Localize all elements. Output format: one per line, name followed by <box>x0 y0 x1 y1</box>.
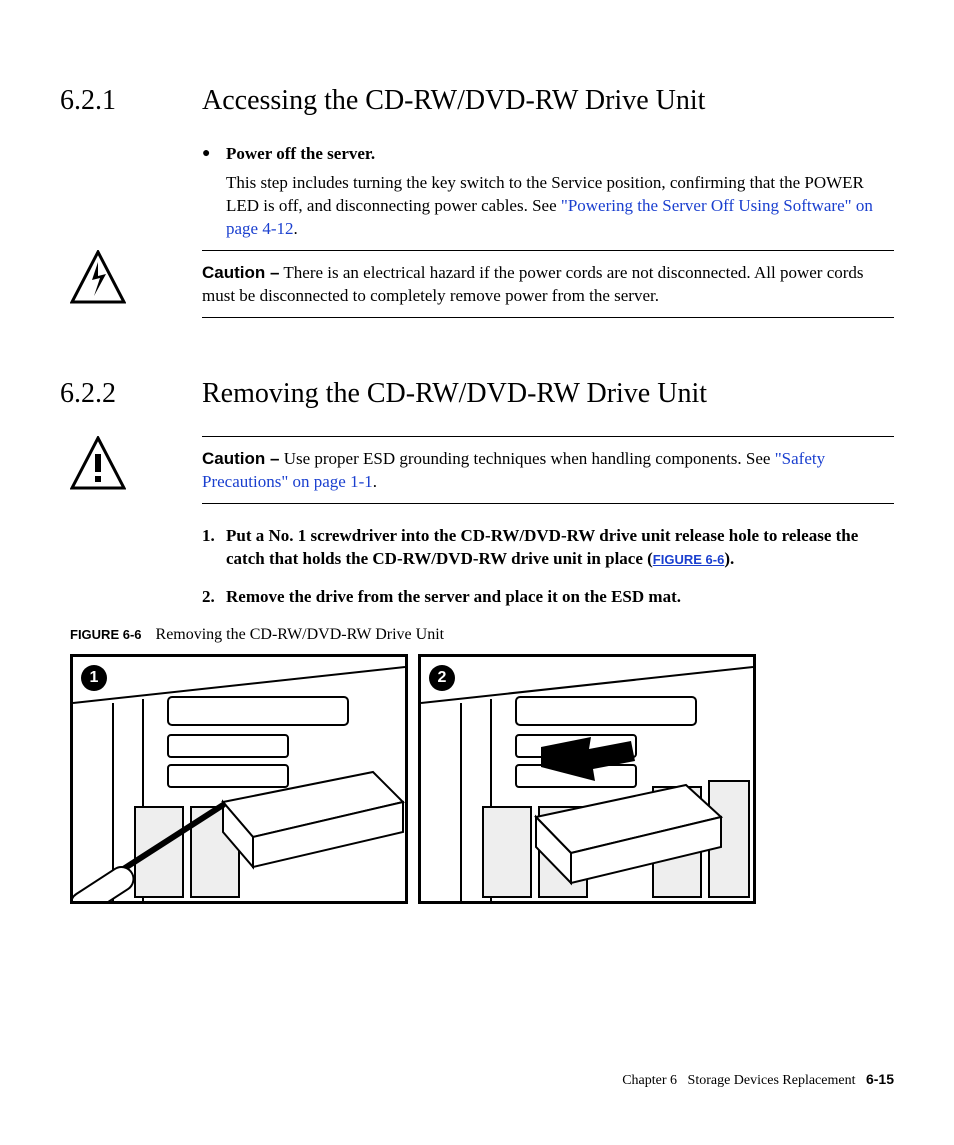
electrical-hazard-icon <box>70 250 126 306</box>
step-1: 1. Put a No. 1 screwdriver into the CD-R… <box>202 524 894 571</box>
section-heading-622: 6.2.2 Removing the CD-RW/DVD-RW Drive Un… <box>60 378 894 410</box>
step-text-post: ). <box>724 549 734 568</box>
step-number: 1. <box>202 524 226 571</box>
caution-body: There is an electrical hazard if the pow… <box>202 263 864 305</box>
illustration-remove-drive <box>421 657 753 901</box>
bullet-label: Power off the server. <box>226 143 375 165</box>
illustration-insert-screwdriver <box>73 657 405 901</box>
step-badge-2: 2 <box>429 665 455 691</box>
caution-text: Caution – Use proper ESD grounding techn… <box>202 436 894 504</box>
step-text: Put a No. 1 screwdriver into the CD-RW/D… <box>226 524 894 571</box>
footer-chapter: Chapter 6 <box>622 1073 677 1088</box>
step-badge-1: 1 <box>81 665 107 691</box>
figure-caption: FIGURE 6-6 Removing the CD-RW/DVD-RW Driv… <box>70 626 894 644</box>
caution-block-esd: Caution – Use proper ESD grounding techn… <box>60 436 894 504</box>
step-number: 2. <box>202 585 226 608</box>
step-2: 2. Remove the drive from the server and … <box>202 585 894 608</box>
caution-body-post: . <box>373 472 377 491</box>
figure-title: Removing the CD-RW/DVD-RW Drive Unit <box>156 626 445 643</box>
step-text-pre: Put a No. 1 screwdriver into the CD-RW/D… <box>226 526 858 568</box>
caution-label: Caution – <box>202 449 279 468</box>
figure-6-6: 1 <box>70 654 894 904</box>
figure-ref-link[interactable]: FIGURE 6-6 <box>653 552 725 567</box>
section-number: 6.2.2 <box>60 378 202 410</box>
page-footer: Chapter 6 Storage Devices Replacement 6-… <box>622 1071 894 1089</box>
body-text-post: . <box>294 219 298 238</box>
step-text: Remove the drive from the server and pla… <box>226 585 681 608</box>
figure-panel-1: 1 <box>70 654 408 904</box>
section-number: 6.2.1 <box>60 85 202 117</box>
bullet-item: ● Power off the server. <box>202 143 894 165</box>
caution-label: Caution – <box>202 263 279 282</box>
caution-text: Caution – There is an electrical hazard … <box>202 250 894 318</box>
caution-block-electrical: Caution – There is an electrical hazard … <box>60 250 894 318</box>
figure-label: FIGURE 6-6 <box>70 627 142 642</box>
bullet-icon: ● <box>202 143 226 165</box>
figure-panel-2: 2 <box>418 654 756 904</box>
section-title: Removing the CD-RW/DVD-RW Drive Unit <box>202 378 707 410</box>
section-heading-621: 6.2.1 Accessing the CD-RW/DVD-RW Drive U… <box>60 85 894 117</box>
bullet-body: This step includes turning the key switc… <box>226 171 894 240</box>
footer-title: Storage Devices Replacement <box>688 1073 856 1088</box>
footer-page-number: 6-15 <box>866 1071 894 1087</box>
section-title: Accessing the CD-RW/DVD-RW Drive Unit <box>202 85 705 117</box>
warning-icon <box>70 436 126 492</box>
caution-body-pre: Use proper ESD grounding techniques when… <box>279 449 774 468</box>
